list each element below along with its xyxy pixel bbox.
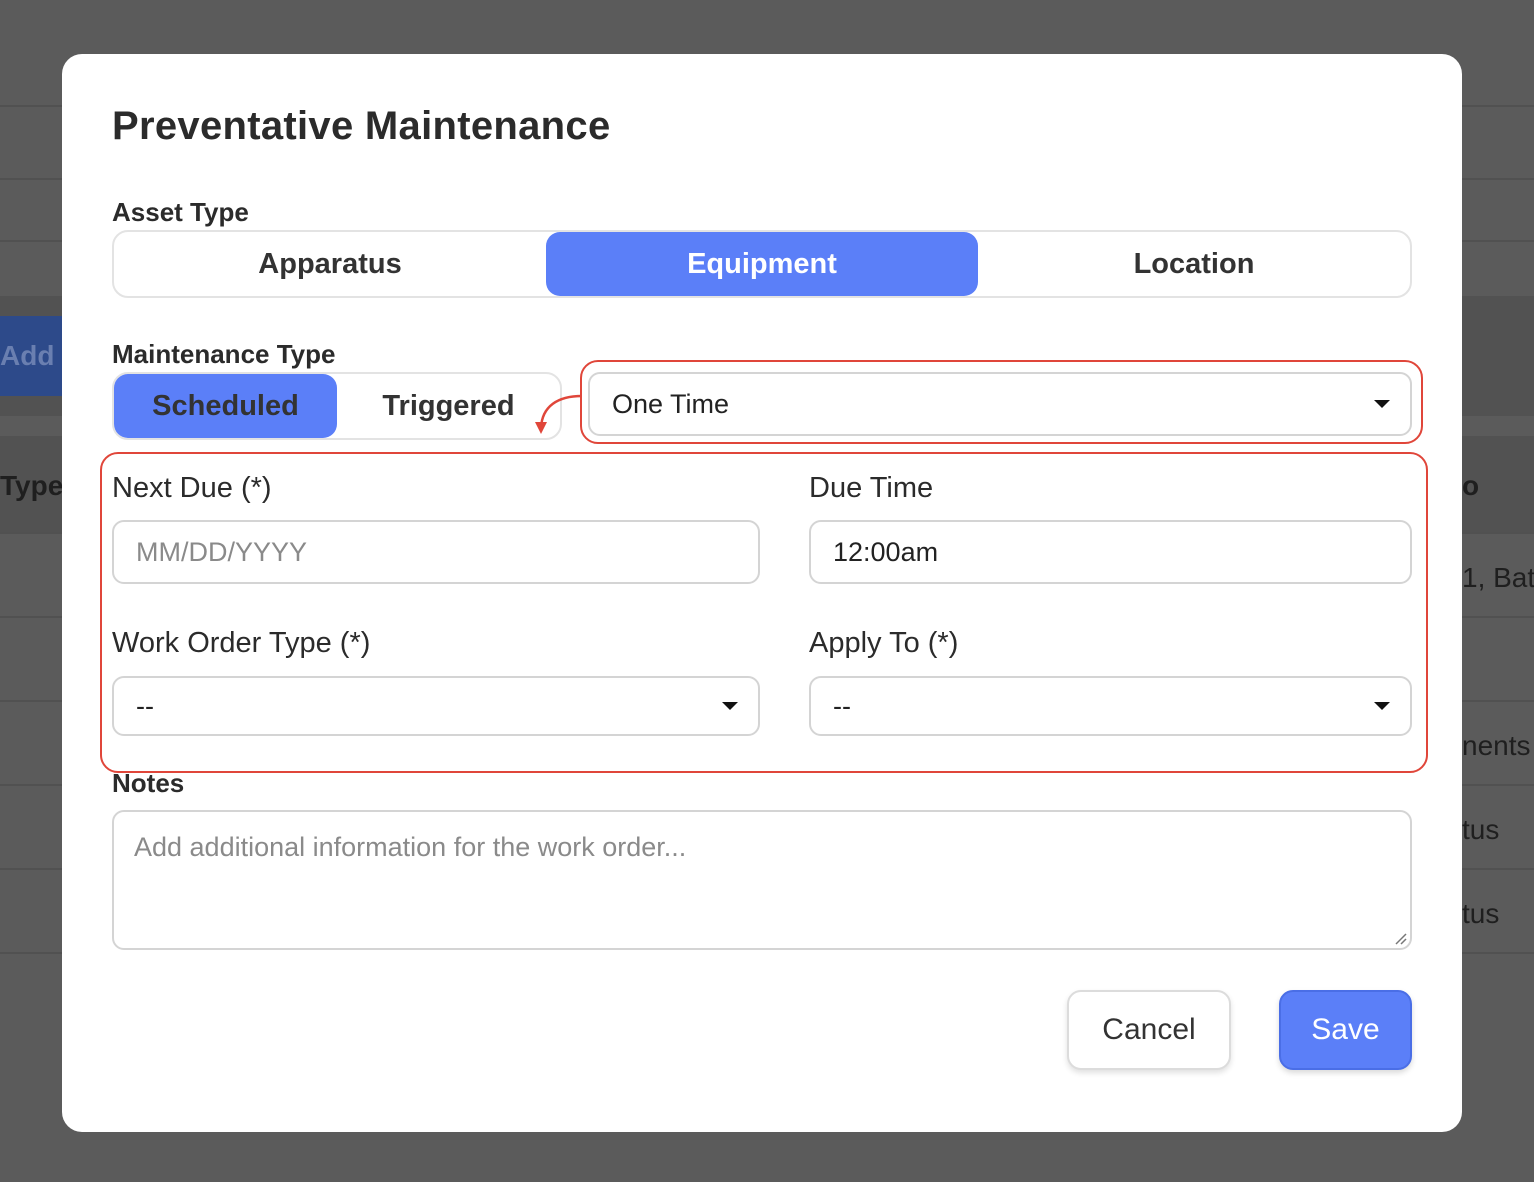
- bg-cell: nents: [1462, 730, 1531, 761]
- maintenance-type-triggered-option[interactable]: Triggered: [337, 374, 560, 438]
- frequency-select-value: One Time: [612, 388, 730, 419]
- apply-to-select[interactable]: --: [809, 676, 1412, 736]
- next-due-placeholder: MM/DD/YYYY: [136, 536, 308, 567]
- bg-cell: tus: [1462, 898, 1500, 929]
- maintenance-type-label: Maintenance Type: [112, 339, 336, 369]
- chevron-down-icon: [1374, 400, 1390, 408]
- asset-type-location-option[interactable]: Location: [978, 232, 1410, 296]
- bg-cell: 1, Bat: [1462, 562, 1534, 593]
- work-order-type-value: --: [136, 690, 154, 721]
- work-order-type-select[interactable]: --: [112, 676, 760, 736]
- annotation-arrow-icon: [535, 394, 583, 434]
- cancel-button[interactable]: Cancel: [1067, 990, 1231, 1070]
- maintenance-type-segmented-control: Scheduled Triggered: [112, 372, 562, 440]
- apply-to-value: --: [833, 690, 851, 721]
- due-time-value: 12:00am: [833, 536, 939, 567]
- work-order-type-label: Work Order Type (*): [112, 627, 371, 659]
- notes-placeholder: Add additional information for the work …: [134, 832, 687, 862]
- save-button[interactable]: Save: [1279, 990, 1412, 1070]
- modal-title: Preventative Maintenance: [112, 104, 611, 148]
- preventative-maintenance-modal: Preventative Maintenance Asset Type Appa…: [62, 54, 1462, 1132]
- asset-type-label: Asset Type: [112, 197, 249, 227]
- bg-add-button: Add M: [0, 316, 70, 396]
- notes-label: Notes: [112, 768, 185, 798]
- asset-type-equipment-option[interactable]: Equipment: [546, 232, 978, 296]
- maintenance-type-scheduled-option[interactable]: Scheduled: [114, 374, 337, 438]
- bg-column-header: o: [1462, 470, 1480, 501]
- next-due-date-input[interactable]: MM/DD/YYYY: [112, 520, 760, 584]
- resize-grip-icon[interactable]: [1391, 929, 1407, 945]
- bg-cell: tus: [1462, 814, 1500, 845]
- due-time-label: Due Time: [809, 472, 934, 504]
- chevron-down-icon: [722, 702, 738, 710]
- asset-type-apparatus-option[interactable]: Apparatus: [114, 232, 546, 296]
- notes-textarea[interactable]: Add additional information for the work …: [112, 810, 1412, 950]
- bg-column-header: Type: [0, 470, 64, 501]
- next-due-label: Next Due (*): [112, 472, 272, 504]
- frequency-select[interactable]: One Time: [588, 372, 1412, 436]
- chevron-down-icon: [1374, 702, 1390, 710]
- asset-type-segmented-control: Apparatus Equipment Location: [112, 230, 1412, 298]
- apply-to-label: Apply To (*): [809, 627, 959, 659]
- due-time-input[interactable]: 12:00am: [809, 520, 1412, 584]
